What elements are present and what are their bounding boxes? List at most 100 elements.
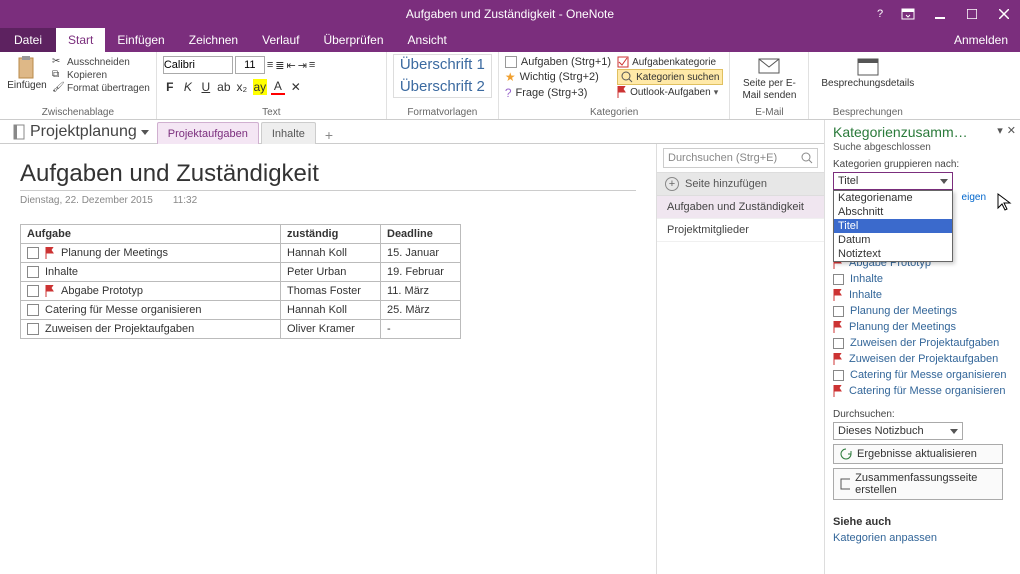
refresh-icon (840, 448, 852, 460)
notebook-icon (12, 124, 26, 140)
pane-options-icon[interactable]: ▾ (997, 124, 1003, 137)
task-who: Thomas Foster (281, 282, 381, 301)
bold-button[interactable]: F (163, 79, 177, 95)
numbering-icon[interactable]: ≣ (275, 59, 284, 72)
font-color-button[interactable]: A (271, 79, 285, 95)
checkbox-icon[interactable] (27, 247, 39, 259)
signin-link[interactable]: Anmelden (954, 28, 1008, 52)
paste-button[interactable]: Einfügen (6, 54, 48, 91)
table-row[interactable]: Abgabe PrototypThomas Foster11. März (21, 282, 461, 301)
table-row[interactable]: Planung der MeetingsHannah Koll15. Janua… (21, 244, 461, 263)
checkbox-icon[interactable] (27, 323, 39, 335)
maximize-button[interactable] (956, 0, 988, 28)
tasks-table[interactable]: Aufgabe zuständig Deadline Planung der M… (20, 224, 461, 339)
task-category-button[interactable]: Aufgabenkategorie (617, 56, 723, 68)
table-row[interactable]: Zuweisen der ProjektaufgabenOliver Krame… (21, 320, 461, 339)
flag-icon (833, 385, 843, 397)
bullets-icon[interactable]: ≡ (267, 59, 273, 71)
result-item[interactable]: Inhalte (833, 287, 1012, 303)
checkbox-icon[interactable] (27, 304, 39, 316)
customize-tags-link[interactable]: Kategorien anpassen (833, 532, 1012, 544)
paste-label: Einfügen (7, 80, 46, 91)
flag-icon (833, 321, 843, 333)
indent-icon[interactable]: ⇥ (298, 59, 307, 72)
find-categories-button[interactable]: Kategorien suchen (617, 69, 723, 85)
task-text: Inhalte (45, 266, 78, 278)
result-item[interactable]: Catering für Messe organisieren (833, 367, 1012, 383)
add-page-button[interactable]: + Seite hinzufügen (657, 172, 824, 196)
italic-button[interactable]: K (181, 79, 195, 95)
help-icon[interactable]: ? (868, 0, 892, 28)
dropdown-option[interactable]: Kategoriename (834, 191, 952, 205)
file-tab[interactable]: Datei (0, 28, 56, 52)
font-size-select[interactable] (235, 56, 265, 74)
create-summary-button[interactable]: Zusammenfassungsseite erstellen (833, 468, 1003, 500)
table-row[interactable]: Catering für Messe organisierenHannah Ko… (21, 301, 461, 320)
tab-insert[interactable]: Einfügen (105, 28, 176, 52)
tag-important[interactable]: ★Wichtig (Strg+2) (505, 69, 611, 85)
section-tab-other[interactable]: Inhalte (261, 122, 316, 144)
ribbon-display-options-icon[interactable] (892, 0, 924, 28)
underline-button[interactable]: U (199, 79, 213, 95)
dropdown-option[interactable]: Notiztext (834, 247, 952, 261)
styles-gallery[interactable]: Überschrift 1 Überschrift 2 (393, 54, 492, 98)
group-by-dropdown[interactable]: Titel Kategoriename Abschnitt Titel Datu… (833, 172, 1012, 190)
section-tab-active[interactable]: Projektaufgaben (157, 122, 259, 144)
pane-close-icon[interactable]: ✕ (1007, 124, 1016, 137)
tab-review[interactable]: Überprüfen (311, 28, 395, 52)
clear-format-button[interactable]: ✕ (289, 79, 303, 95)
notebook-picker[interactable]: Projektplanung (6, 123, 157, 143)
dropdown-option[interactable]: Datum (834, 233, 952, 247)
result-item[interactable]: Catering für Messe organisieren (833, 383, 1012, 399)
email-page-button[interactable]: Seite per E-Mail senden (736, 54, 802, 104)
page-item[interactable]: Projektmitglieder (657, 219, 824, 242)
align-icon[interactable]: ≡ (309, 59, 315, 71)
page-canvas[interactable]: Aufgaben und Zuständigkeit Dienstag, 22.… (0, 144, 656, 574)
copy-button[interactable]: ⧉Kopieren (52, 69, 150, 81)
tab-view[interactable]: Ansicht (396, 28, 459, 52)
results-list: Abgabe PrototypInhalteInhaltePlanung der… (833, 255, 1012, 399)
checkbox-icon[interactable] (27, 285, 39, 297)
checkbox-icon (617, 56, 629, 68)
outdent-icon[interactable]: ⇤ (286, 59, 295, 72)
search-scope-select[interactable]: Dieses Notizbuch (833, 422, 963, 440)
style-heading1[interactable]: Überschrift 1 (394, 54, 491, 76)
calendar-icon (857, 56, 879, 76)
cut-button[interactable]: ✂Ausschneiden (52, 56, 150, 68)
clipboard-icon (17, 56, 37, 80)
result-item[interactable]: Zuweisen der Projektaufgaben (833, 335, 1012, 351)
close-button[interactable] (988, 0, 1020, 28)
strike-button[interactable]: ab (217, 79, 231, 95)
result-item[interactable]: Inhalte (833, 271, 1012, 287)
refresh-results-button[interactable]: Ergebnisse aktualisieren (833, 444, 1003, 464)
window-controls (924, 0, 1020, 28)
add-section-button[interactable]: + (318, 127, 340, 143)
page-item[interactable]: Aufgaben und Zuständigkeit (657, 196, 824, 219)
search-input[interactable]: Durchsuchen (Strg+E) (663, 148, 818, 168)
result-text: Zuweisen der Projektaufgaben (850, 337, 999, 349)
checkbox-icon (505, 56, 517, 68)
result-item[interactable]: Planung der Meetings (833, 303, 1012, 319)
tag-question[interactable]: ?Frage (Strg+3) (505, 85, 611, 101)
meeting-details-button[interactable]: Besprechungsdetails (815, 54, 920, 92)
result-item[interactable]: Zuweisen der Projektaufgaben (833, 351, 1012, 367)
format-painter-button[interactable]: 🖌Format übertragen (52, 82, 150, 94)
subscript-button[interactable]: x₂ (235, 79, 249, 95)
tag-task[interactable]: Aufgaben (Strg+1) (505, 55, 611, 69)
page-title[interactable]: Aufgaben und Zuständigkeit (20, 160, 636, 191)
dropdown-option[interactable]: Titel (834, 219, 952, 233)
highlight-button[interactable]: ay (253, 79, 267, 95)
page-date: Dienstag, 22. Dezember 2015 (20, 195, 153, 206)
tab-start[interactable]: Start (56, 28, 105, 52)
outlook-tasks-button[interactable]: Outlook-Aufgaben▾ (617, 86, 723, 98)
font-name-select[interactable] (163, 56, 233, 74)
dropdown-option[interactable]: Abschnitt (834, 205, 952, 219)
minimize-button[interactable] (924, 0, 956, 28)
style-heading2[interactable]: Überschrift 2 (394, 76, 491, 98)
table-row[interactable]: InhaltePeter Urban19. Februar (21, 263, 461, 282)
tab-draw[interactable]: Zeichnen (177, 28, 250, 52)
result-item[interactable]: Planung der Meetings (833, 319, 1012, 335)
tab-history[interactable]: Verlauf (250, 28, 311, 52)
checkbox-icon[interactable] (27, 266, 39, 278)
task-who: Oliver Kramer (281, 320, 381, 339)
